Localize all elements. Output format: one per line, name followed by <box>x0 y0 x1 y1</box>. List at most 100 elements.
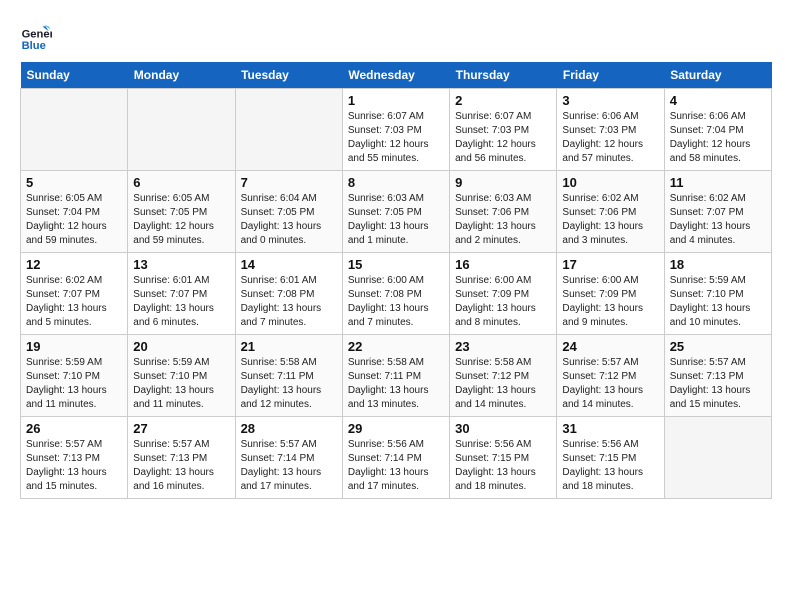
page-header: General Blue <box>20 20 772 52</box>
day-cell: 29 Sunrise: 5:56 AMSunset: 7:14 PMDayligh… <box>342 417 449 499</box>
day-number: 16 <box>455 257 551 272</box>
day-cell: 9Sunrise: 6:03 AMSunset: 7:06 PMDaylight… <box>450 171 557 253</box>
day-info: Sunrise: 6:01 AMSunset: 7:08 PMDaylight:… <box>241 274 337 330</box>
week-row-2: 5 Sunrise: 6:05 AMSunset: 7:04 PMDaylight… <box>21 171 772 253</box>
day-number: 14 <box>241 257 337 272</box>
day-cell: 31Sunrise: 5:56 AMSunset: 7:15 PMDayligh… <box>557 417 664 499</box>
day-number: 11 <box>670 175 766 190</box>
day-info: Sunrise: 6:03 AMSunset: 7:05 PMDaylight:… <box>348 192 444 248</box>
day-number: 17 <box>562 257 658 272</box>
day-cell: 10Sunrise: 6:02 AMSunset: 7:06 PMDayligh… <box>557 171 664 253</box>
day-number: 25 <box>670 339 766 354</box>
day-cell: 18Sunrise: 5:59 AMSunset: 7:10 PMDayligh… <box>664 253 771 335</box>
day-info: Sunrise: 6:07 AMSunset: 7:03 PMDaylight:… <box>455 110 551 166</box>
svg-text:General: General <box>22 29 52 41</box>
day-info: Sunrise: 5:57 AMSunset: 7:12 PMDaylight:… <box>562 356 658 412</box>
day-info: Sunrise: 5:59 AMSunset: 7:10 PMDaylight:… <box>133 356 229 412</box>
day-cell: 4 Sunrise: 6:06 AMSunset: 7:04 PMDaylight… <box>664 89 771 171</box>
day-info: Sunrise: 6:00 AMSunset: 7:09 PMDaylight:… <box>562 274 658 330</box>
logo-icon: General Blue <box>20 20 52 52</box>
day-number: 3 <box>562 93 658 108</box>
weekday-wednesday: Wednesday <box>342 62 449 89</box>
day-number: 28 <box>241 421 337 436</box>
day-cell: 3 Sunrise: 6:06 AMSunset: 7:03 PMDaylight… <box>557 89 664 171</box>
day-number: 27 <box>133 421 229 436</box>
day-cell: 27 Sunrise: 5:57 AMSunset: 7:13 PMDayligh… <box>128 417 235 499</box>
day-cell: 25 Sunrise: 5:57 AMSunset: 7:13 PMDayligh… <box>664 335 771 417</box>
week-row-5: 26 Sunrise: 5:57 AMSunset: 7:13 PMDayligh… <box>21 417 772 499</box>
day-cell: 13Sunrise: 6:01 AMSunset: 7:07 PMDayligh… <box>128 253 235 335</box>
day-info: Sunrise: 5:58 AMSunset: 7:12 PMDaylight:… <box>455 356 551 412</box>
day-info: Sunrise: 5:57 AMSunset: 7:13 PMDaylight:… <box>26 438 122 494</box>
weekday-friday: Friday <box>557 62 664 89</box>
day-number: 24 <box>562 339 658 354</box>
day-cell: 26 Sunrise: 5:57 AMSunset: 7:13 PMDayligh… <box>21 417 128 499</box>
day-number: 18 <box>670 257 766 272</box>
day-cell: 8 Sunrise: 6:03 AMSunset: 7:05 PMDaylight… <box>342 171 449 253</box>
logo: General Blue <box>20 20 56 52</box>
day-number: 1 <box>348 93 444 108</box>
day-number: 4 <box>670 93 766 108</box>
day-info: Sunrise: 6:02 AMSunset: 7:07 PMDaylight:… <box>26 274 122 330</box>
day-number: 30 <box>455 421 551 436</box>
day-info: Sunrise: 6:05 AMSunset: 7:04 PMDaylight:… <box>26 192 122 248</box>
week-row-1: 1 Sunrise: 6:07 AMSunset: 7:03 PMDaylight… <box>21 89 772 171</box>
day-info: Sunrise: 5:56 AMSunset: 7:14 PMDaylight:… <box>348 438 444 494</box>
day-number: 26 <box>26 421 122 436</box>
day-cell <box>235 89 342 171</box>
calendar-table: SundayMondayTuesdayWednesdayThursdayFrid… <box>20 62 772 499</box>
day-cell: 22 Sunrise: 5:58 AMSunset: 7:11 PMDayligh… <box>342 335 449 417</box>
day-cell: 5 Sunrise: 6:05 AMSunset: 7:04 PMDaylight… <box>21 171 128 253</box>
day-cell: 24 Sunrise: 5:57 AMSunset: 7:12 PMDayligh… <box>557 335 664 417</box>
day-info: Sunrise: 6:03 AMSunset: 7:06 PMDaylight:… <box>455 192 551 248</box>
day-cell: 30 Sunrise: 5:56 AMSunset: 7:15 PMDayligh… <box>450 417 557 499</box>
day-info: Sunrise: 5:57 AMSunset: 7:14 PMDaylight:… <box>241 438 337 494</box>
day-cell: 7 Sunrise: 6:04 AMSunset: 7:05 PMDaylight… <box>235 171 342 253</box>
day-info: Sunrise: 6:04 AMSunset: 7:05 PMDaylight:… <box>241 192 337 248</box>
weekday-thursday: Thursday <box>450 62 557 89</box>
day-cell: 20 Sunrise: 5:59 AMSunset: 7:10 PMDayligh… <box>128 335 235 417</box>
day-info: Sunrise: 5:57 AMSunset: 7:13 PMDaylight:… <box>670 356 766 412</box>
weekday-tuesday: Tuesday <box>235 62 342 89</box>
day-info: Sunrise: 5:56 AMSunset: 7:15 PMDaylight:… <box>455 438 551 494</box>
day-info: Sunrise: 6:01 AMSunset: 7:07 PMDaylight:… <box>133 274 229 330</box>
day-number: 2 <box>455 93 551 108</box>
day-cell: 15Sunrise: 6:00 AMSunset: 7:08 PMDayligh… <box>342 253 449 335</box>
day-number: 20 <box>133 339 229 354</box>
day-cell: 12 Sunrise: 6:02 AMSunset: 7:07 PMDayligh… <box>21 253 128 335</box>
weekday-sunday: Sunday <box>21 62 128 89</box>
day-info: Sunrise: 6:07 AMSunset: 7:03 PMDaylight:… <box>348 110 444 166</box>
weekday-saturday: Saturday <box>664 62 771 89</box>
day-cell <box>21 89 128 171</box>
day-info: Sunrise: 5:59 AMSunset: 7:10 PMDaylight:… <box>26 356 122 412</box>
day-number: 22 <box>348 339 444 354</box>
day-cell: 2 Sunrise: 6:07 AMSunset: 7:03 PMDaylight… <box>450 89 557 171</box>
day-number: 8 <box>348 175 444 190</box>
day-number: 5 <box>26 175 122 190</box>
day-info: Sunrise: 6:00 AMSunset: 7:08 PMDaylight:… <box>348 274 444 330</box>
svg-text:Blue: Blue <box>22 40 46 52</box>
day-info: Sunrise: 5:58 AMSunset: 7:11 PMDaylight:… <box>348 356 444 412</box>
day-cell: 28 Sunrise: 5:57 AMSunset: 7:14 PMDayligh… <box>235 417 342 499</box>
day-number: 29 <box>348 421 444 436</box>
day-info: Sunrise: 5:57 AMSunset: 7:13 PMDaylight:… <box>133 438 229 494</box>
day-cell: 11 Sunrise: 6:02 AMSunset: 7:07 PMDayligh… <box>664 171 771 253</box>
calendar-body: 1 Sunrise: 6:07 AMSunset: 7:03 PMDaylight… <box>21 89 772 499</box>
day-info: Sunrise: 6:00 AMSunset: 7:09 PMDaylight:… <box>455 274 551 330</box>
day-cell: 14 Sunrise: 6:01 AMSunset: 7:08 PMDayligh… <box>235 253 342 335</box>
day-cell: 17 Sunrise: 6:00 AMSunset: 7:09 PMDayligh… <box>557 253 664 335</box>
day-info: Sunrise: 6:06 AMSunset: 7:04 PMDaylight:… <box>670 110 766 166</box>
day-cell: 1 Sunrise: 6:07 AMSunset: 7:03 PMDaylight… <box>342 89 449 171</box>
day-number: 6 <box>133 175 229 190</box>
day-info: Sunrise: 6:06 AMSunset: 7:03 PMDaylight:… <box>562 110 658 166</box>
day-number: 7 <box>241 175 337 190</box>
day-cell <box>664 417 771 499</box>
day-number: 23 <box>455 339 551 354</box>
day-number: 12 <box>26 257 122 272</box>
day-info: Sunrise: 5:58 AMSunset: 7:11 PMDaylight:… <box>241 356 337 412</box>
day-info: Sunrise: 6:02 AMSunset: 7:07 PMDaylight:… <box>670 192 766 248</box>
day-number: 10 <box>562 175 658 190</box>
week-row-4: 19Sunrise: 5:59 AMSunset: 7:10 PMDayligh… <box>21 335 772 417</box>
day-info: Sunrise: 5:56 AMSunset: 7:15 PMDaylight:… <box>562 438 658 494</box>
day-cell: 6Sunrise: 6:05 AMSunset: 7:05 PMDaylight… <box>128 171 235 253</box>
